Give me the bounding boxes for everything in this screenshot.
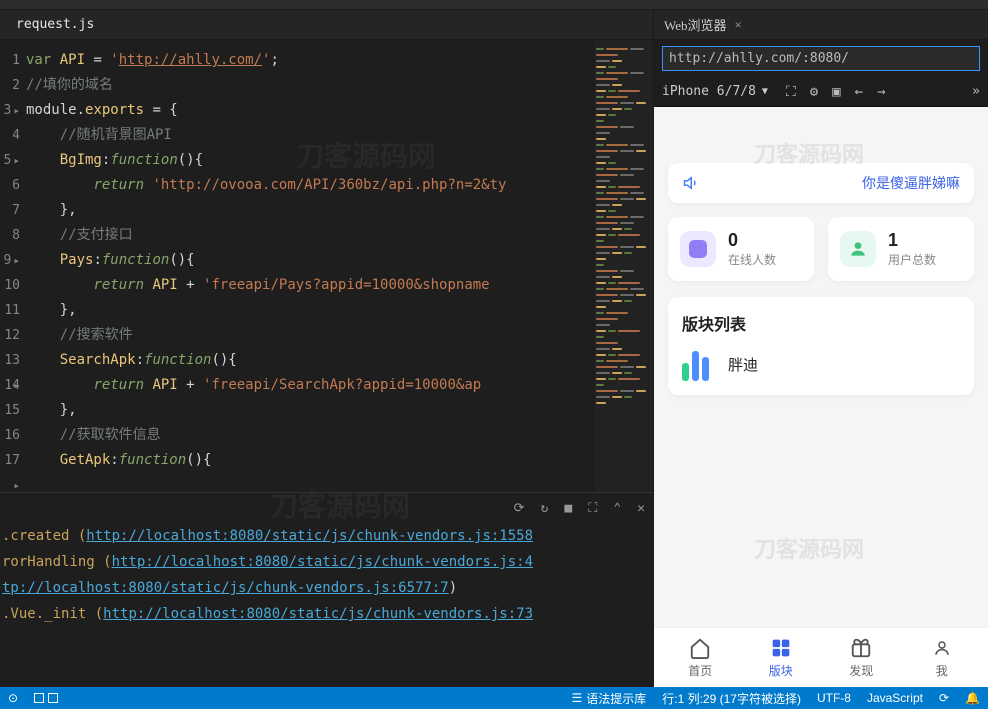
file-tab[interactable]: request.js [8,13,102,36]
tab-bar: request.js [0,10,653,40]
status-encoding[interactable]: UTF-8 [817,691,851,705]
status-sync-icon[interactable]: ⟳ [939,691,949,705]
nav-home[interactable]: 首页 [670,636,730,679]
forward-icon[interactable]: → [877,84,885,100]
screenshot-icon[interactable]: ▣ [832,84,840,100]
terminal-cycle-icon[interactable]: ↻ [541,501,549,516]
cube-icon [680,231,716,267]
watermark: 刀客源码网 [754,532,864,564]
gift-icon [850,636,872,660]
top-bar [0,0,988,10]
terminal-panel: ⟳ ↻ ■ ⛶ ⌃ ✕ 刀客源码网 .created (http://local… [0,492,653,687]
section-title: 版块列表 [682,311,960,335]
device-select[interactable]: iPhone 6/7/8 ▼ [662,84,768,99]
status-language[interactable]: JavaScript [867,691,923,705]
person-icon [840,231,876,267]
terminal-collapse-icon[interactable]: ⌃ [613,501,621,516]
close-icon[interactable]: × [735,17,742,33]
sound-icon [682,173,702,193]
terminal-close-icon[interactable]: ✕ [637,501,645,516]
terminal-content[interactable]: 刀客源码网 .created (http://localhost:8080/st… [0,523,653,687]
notice-bar[interactable]: 你是傻逼胖娣嘛 [668,163,974,203]
url-input[interactable] [662,46,980,71]
nav-blocks[interactable]: 版块 [751,636,811,679]
home-icon [689,636,711,660]
file-tab-label: request.js [16,17,94,32]
nav-label: 我 [936,662,948,679]
stats-row: 0 在线人数 1 用户总数 [654,217,988,281]
terminal-stop-icon[interactable]: ■ [564,501,572,516]
main-area: request.js 123▸45▸6789▸10111213▸14151617… [0,10,988,687]
back-icon[interactable]: ← [855,84,863,100]
section-item-label: 胖迪 [728,354,758,375]
line-gutter: 123▸45▸6789▸10111213▸14151617▸ [0,40,26,492]
code-content[interactable]: 刀客源码网 var API = 'http://ahlly.com/';//填你… [26,40,593,492]
person-icon [933,636,951,660]
terminal-toolbar: ⟳ ↻ ■ ⛶ ⌃ ✕ [0,493,653,523]
stat-label: 用户总数 [888,251,936,268]
rotate-icon[interactable]: ⛶ [786,84,796,100]
nav-label: 发现 [849,662,873,679]
device-toolbar: iPhone 6/7/8 ▼ ⛶ ⚙ ▣ ← → » [654,77,988,107]
section-item[interactable]: 胖迪 [682,347,960,381]
bottom-nav: 首页 版块 发现 我 [654,627,988,687]
device-label: iPhone 6/7/8 [662,84,756,99]
nav-discover[interactable]: 发现 [831,636,891,679]
stat-value: 0 [728,230,776,251]
browser-panel: Web浏览器 × iPhone 6/7/8 ▼ ⛶ ⚙ ▣ ← → » 刀客源码… [653,10,988,687]
terminal-expand-icon[interactable]: ⛶ [588,501,597,516]
code-area: 123▸45▸6789▸10111213▸14151617▸ 刀客源码网 var… [0,40,653,492]
section-card: 版块列表 胖迪 [668,297,974,395]
nav-me[interactable]: 我 [912,636,972,679]
gear-icon[interactable]: ⚙ [810,84,818,100]
editor-panel: request.js 123▸45▸6789▸10111213▸14151617… [0,10,653,687]
more-icon[interactable]: » [972,84,980,99]
chevron-down-icon: ▼ [762,86,768,97]
stat-card-online[interactable]: 0 在线人数 [668,217,814,281]
browser-tab-title: Web浏览器 [664,15,727,34]
preview-viewport[interactable]: 刀客源码网 刀客源码网 你是傻逼胖娣嘛 0 在线人数 [654,107,988,687]
status-bar: ⊙ ☰语法提示库 行:1 列:29 (17字符被选择) UTF-8 JavaSc… [0,687,988,709]
status-cursor[interactable]: 行:1 列:29 (17字符被选择) [662,690,801,707]
nav-label: 首页 [688,662,712,679]
stat-label: 在线人数 [728,251,776,268]
stat-value: 1 [888,230,936,251]
bell-icon[interactable]: 🔔 [965,691,980,705]
status-syntax[interactable]: ☰语法提示库 [571,690,646,707]
nav-label: 版块 [769,662,793,679]
stat-card-users[interactable]: 1 用户总数 [828,217,974,281]
browser-tab-bar: Web浏览器 × [654,10,988,40]
bars-icon [682,347,716,381]
terminal-refresh-icon[interactable]: ⟳ [514,501,525,516]
grid-icon [771,636,791,660]
status-dot-icon[interactable]: ⊙ [8,691,18,705]
minimap[interactable] [593,40,653,492]
notice-text: 你是傻逼胖娣嘛 [702,173,960,193]
status-squares-icon[interactable] [34,693,58,703]
url-row [654,40,988,77]
